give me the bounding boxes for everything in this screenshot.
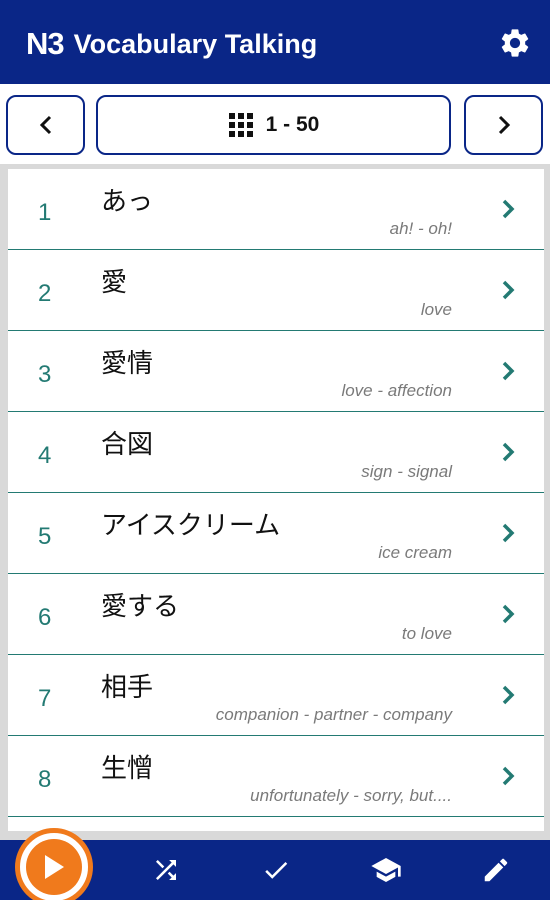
vocab-word: 愛情: [101, 348, 154, 378]
vocab-row[interactable]: 4 合図 sign - signal: [8, 412, 544, 493]
play-button-inner: [26, 839, 82, 895]
next-page-button[interactable]: [464, 95, 543, 155]
pager: 1 - 50: [0, 84, 550, 164]
play-icon: [45, 855, 64, 879]
chevron-left-icon: [39, 115, 51, 135]
app-bar: N3 Vocabulary Talking: [0, 0, 550, 84]
vocab-number: 6: [38, 604, 52, 631]
app-title: N3 Vocabulary Talking: [26, 22, 317, 66]
vocab-meaning: unfortunately - sorry, but....: [250, 786, 452, 805]
vocab-number: 1: [38, 199, 52, 226]
vocab-row[interactable]: 5 アイスクリーム ice cream: [8, 493, 544, 574]
chevron-right-icon: [502, 523, 515, 543]
vocab-list: 1 あっ ah! - oh! 2 愛 love 3 愛情 love - affe…: [8, 169, 544, 831]
vocab-row[interactable]: 3 愛情 love - affection: [8, 331, 544, 412]
vocab-number: 8: [38, 766, 52, 793]
vocab-word: 愛: [101, 267, 128, 297]
vocab-word: 愛する: [101, 591, 180, 621]
vocab-word: 相手: [101, 672, 154, 702]
vocab-row[interactable]: 6 愛する to love: [8, 574, 544, 655]
play-button[interactable]: [15, 828, 93, 900]
vocab-number: 4: [38, 442, 52, 469]
page-range-button[interactable]: 1 - 50: [96, 95, 451, 155]
vocab-meaning: ah! - oh!: [389, 219, 452, 238]
vocab-row[interactable]: 8 生憎 unfortunately - sorry, but....: [8, 736, 544, 817]
app-logo: N3: [26, 26, 65, 61]
learn-button[interactable]: [368, 852, 404, 888]
previous-page-button[interactable]: [6, 95, 85, 155]
chevron-right-icon: [502, 199, 515, 219]
page-range-label: 1 - 50: [265, 113, 320, 136]
chevron-right-icon: [502, 766, 515, 786]
vocab-row[interactable]: 7 相手 companion - partner - company: [8, 655, 544, 736]
page-title: Vocabulary Talking: [73, 28, 318, 59]
check-button[interactable]: [258, 852, 294, 888]
shuffle-icon: [156, 860, 176, 880]
vocab-number: 5: [38, 523, 52, 550]
check-icon: [265, 861, 288, 879]
vocab-meaning: ice cream: [378, 543, 452, 562]
gear-icon[interactable]: [498, 26, 532, 60]
vocab-number: 7: [38, 685, 52, 712]
vocab-row[interactable]: 2 愛 love: [8, 250, 544, 331]
shuffle-button[interactable]: [148, 852, 184, 888]
vocab-meaning: love: [420, 300, 452, 319]
vocab-word: 合図: [101, 429, 154, 459]
vocab-meaning: sign - signal: [361, 462, 452, 481]
vocab-word: あっ: [101, 186, 154, 216]
chevron-right-icon: [498, 115, 510, 135]
vocab-number: 3: [38, 361, 52, 388]
vocab-meaning: to love: [401, 624, 452, 643]
chevron-right-icon: [502, 280, 515, 300]
vocab-number: 2: [38, 280, 52, 307]
pencil-icon: [484, 858, 508, 882]
grid-icon: [228, 113, 253, 137]
chevron-right-icon: [502, 685, 515, 705]
chevron-right-icon: [502, 604, 515, 624]
vocab-word: 生憎: [101, 753, 154, 783]
vocab-meaning: love - affection: [341, 381, 452, 400]
chevron-right-icon: [502, 442, 515, 462]
vocab-row[interactable]: 1 あっ ah! - oh!: [8, 169, 544, 250]
graduation-cap-icon: [371, 858, 401, 882]
edit-button[interactable]: [478, 852, 514, 888]
vocab-meaning: companion - partner - company: [215, 705, 452, 724]
chevron-right-icon: [502, 361, 515, 381]
vocab-word: アイスクリーム: [101, 510, 281, 540]
